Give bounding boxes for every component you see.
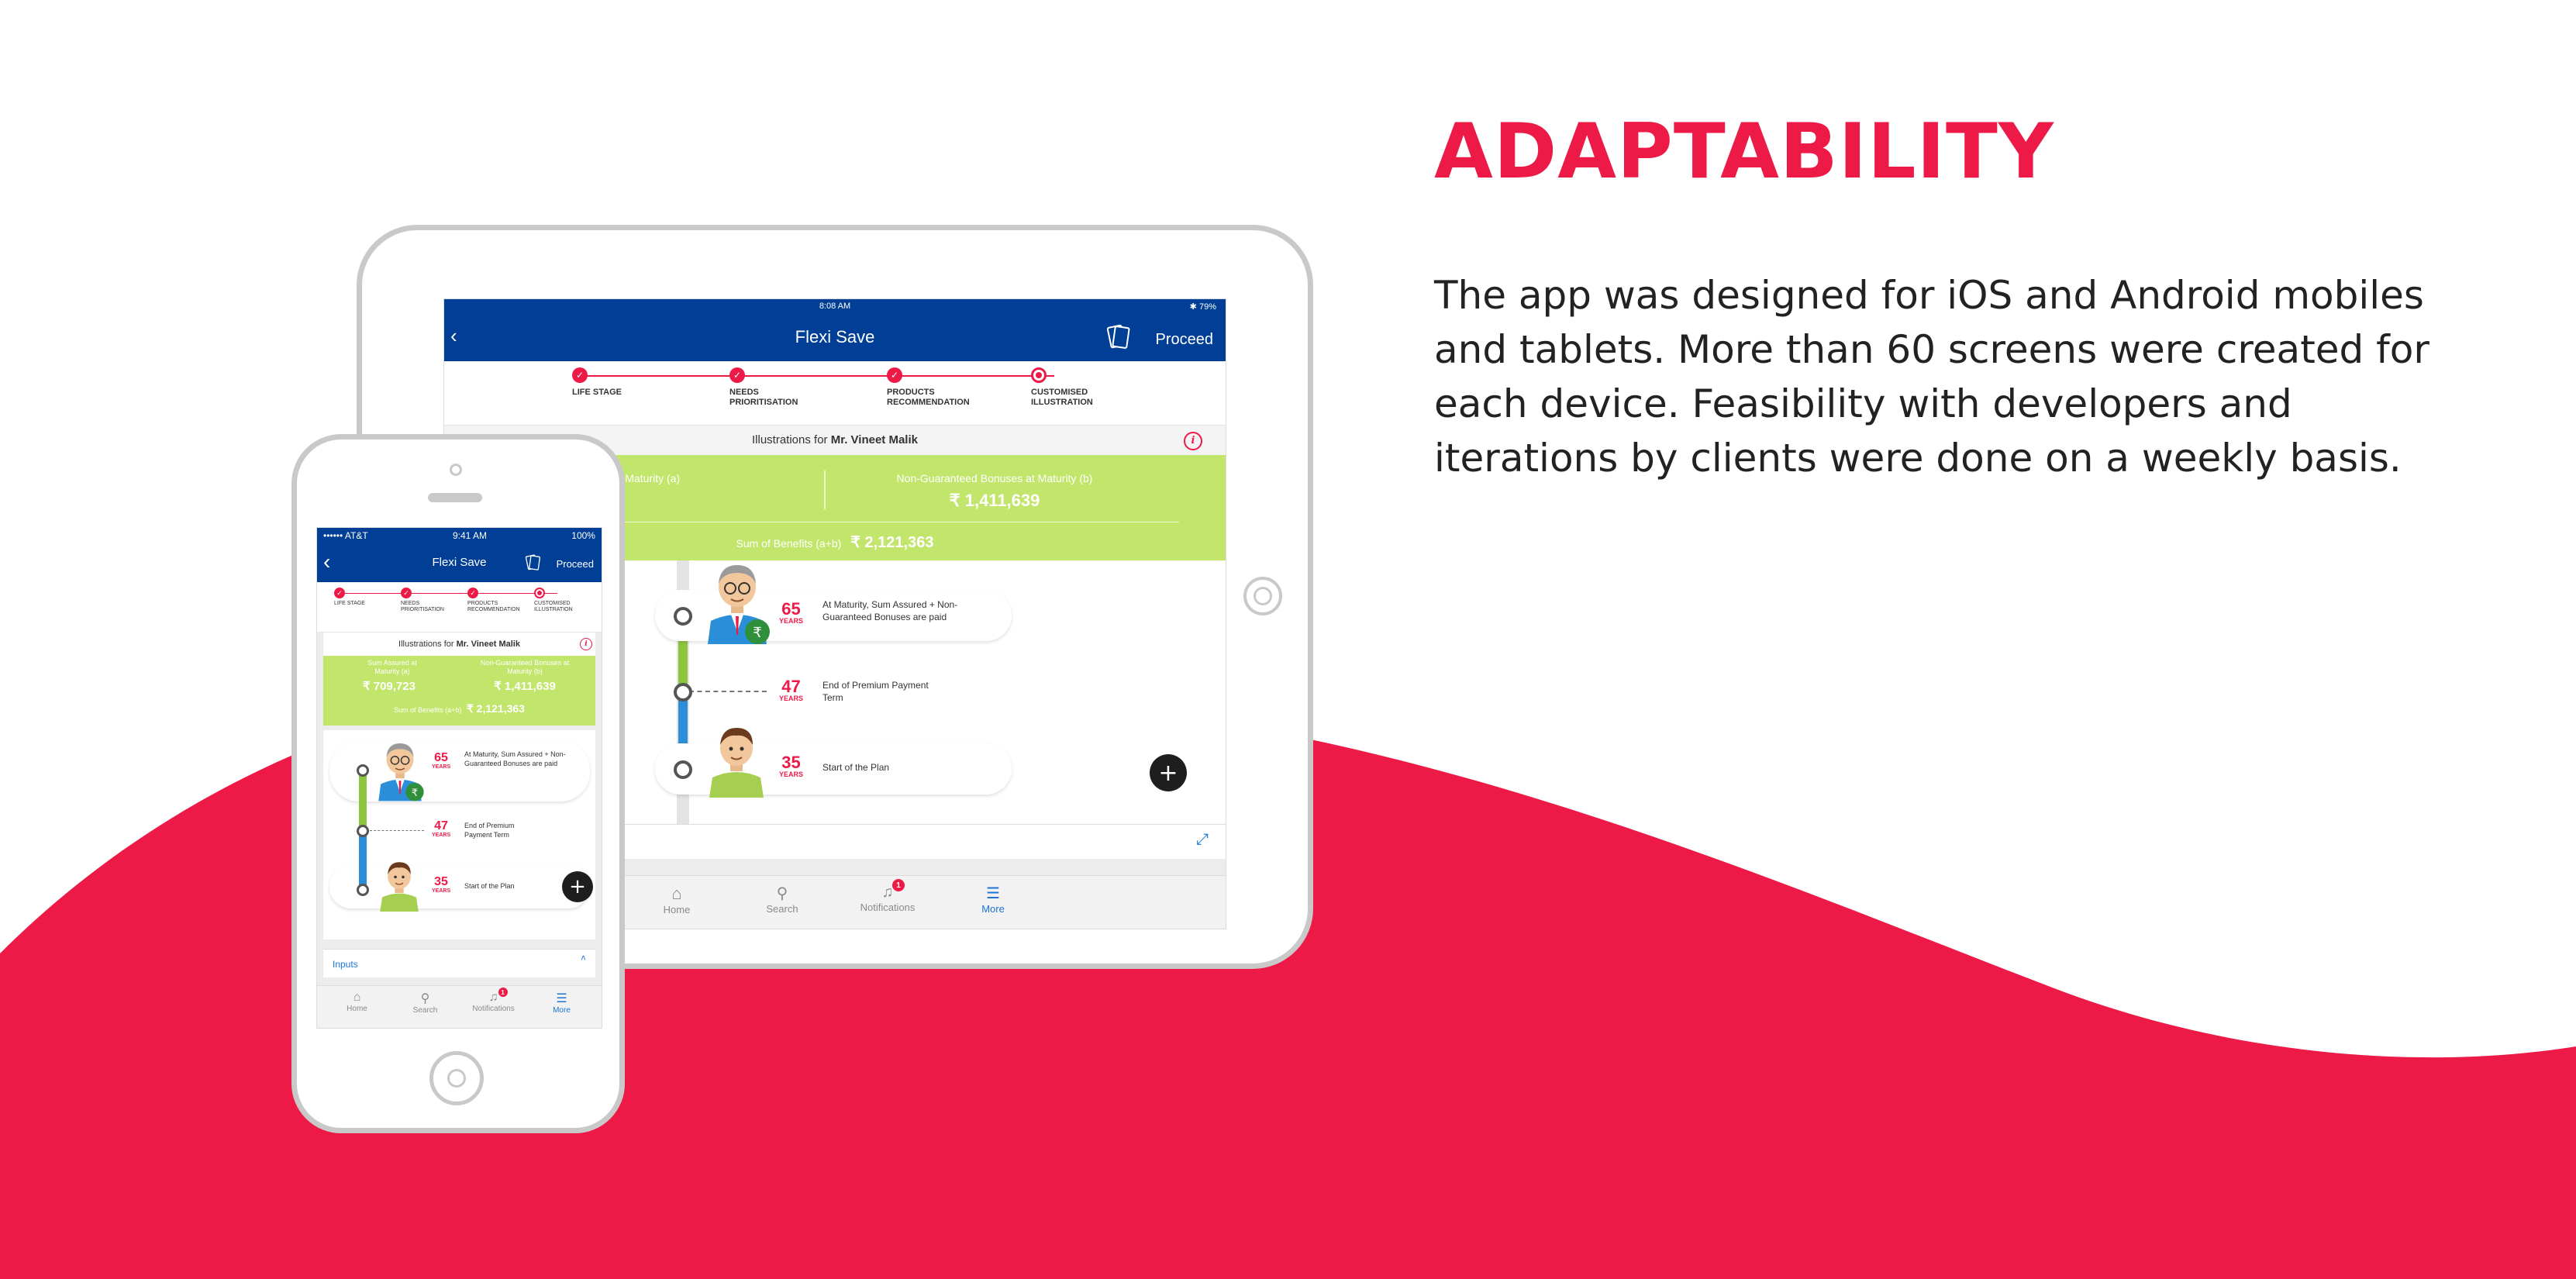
menu-icon: ☰ bbox=[986, 885, 1000, 902]
tablet-status-time: 8:08 AM bbox=[819, 302, 851, 311]
info-icon[interactable]: i bbox=[580, 638, 592, 650]
add-button[interactable]: + bbox=[562, 871, 593, 902]
timeline-dashed-connector bbox=[370, 830, 424, 832]
tablet-progress-stepper: ✓ LIFE STAGE ✓ NEEDS PRIORITISATION ✓ PR… bbox=[444, 361, 1226, 426]
tablet-status-battery: 79% bbox=[1198, 302, 1216, 312]
age-47: 47 YEARS bbox=[779, 677, 804, 702]
check-icon: ✓ bbox=[401, 588, 412, 598]
phone-tab-bar: ⌂ Home ⚲ Search ♫ 1 Notifications ☰ More bbox=[317, 985, 602, 1028]
tablet-app-bar: ‹ Flexi Save Proceed bbox=[444, 313, 1226, 361]
info-icon[interactable]: i bbox=[1184, 432, 1202, 450]
tab-more[interactable]: ☰ More bbox=[528, 986, 596, 1028]
add-button[interactable]: + bbox=[1150, 754, 1187, 791]
phone-status-battery: 100% bbox=[571, 530, 595, 541]
check-icon: ✓ bbox=[334, 588, 345, 598]
check-icon: ✓ bbox=[729, 367, 745, 383]
tablet-status-bar: 8:08 AM ✱ 79% bbox=[444, 299, 1226, 313]
timeline-node bbox=[357, 825, 369, 837]
tab-home[interactable]: ⌂ Home bbox=[323, 986, 391, 1028]
phone-timeline: ₹ 65 YEARS At Maturity, Sum Assured + No… bbox=[323, 730, 595, 939]
tab-search[interactable]: ⚲ Search bbox=[729, 876, 835, 929]
tablet-home-button[interactable] bbox=[1243, 577, 1282, 615]
inputs-panel[interactable]: Inputs ˄ bbox=[323, 949, 595, 977]
tab-search[interactable]: ⚲ Search bbox=[391, 986, 460, 1028]
expand-icon[interactable]: ⤢ bbox=[1196, 831, 1209, 849]
notification-badge: 1 bbox=[892, 879, 905, 891]
phone-status-time: 9:41 AM bbox=[452, 530, 487, 541]
step-life-stage[interactable]: ✓ LIFE STAGE bbox=[572, 367, 634, 398]
young-avatar-icon bbox=[709, 728, 764, 798]
step-needs-prioritisation[interactable]: ✓ NEEDS PRIORITISATION bbox=[729, 367, 815, 407]
tab-notifications[interactable]: ♫ 1 Notifications bbox=[460, 986, 528, 1028]
step-customised-illustration[interactable]: CUSTOMISED ILLUSTRATION bbox=[1031, 367, 1116, 407]
home-icon: ⌂ bbox=[353, 991, 361, 1004]
age-35: 35 YEARS bbox=[779, 753, 804, 778]
step-products-recommendation[interactable]: ✓ PRODUCTS RECOMMENDATION bbox=[467, 588, 529, 613]
check-icon: ✓ bbox=[572, 367, 588, 383]
phone-content: Illustrations for Mr. Vineet Malik i Sum… bbox=[317, 633, 602, 1020]
timeline-node bbox=[674, 683, 692, 702]
menu-icon: ☰ bbox=[556, 992, 567, 1005]
current-step-dot bbox=[534, 588, 545, 598]
check-icon: ✓ bbox=[467, 588, 478, 598]
timeline-green-segment bbox=[359, 767, 367, 829]
timeline-node bbox=[357, 764, 369, 777]
step-products-recommendation[interactable]: ✓ PRODUCTS RECOMMENDATION bbox=[887, 367, 988, 407]
senior-avatar-icon: ₹ bbox=[378, 743, 424, 802]
young-avatar-icon bbox=[380, 862, 419, 912]
age-47: 47 YEARS bbox=[432, 819, 451, 839]
timeline-dashed-connector bbox=[689, 691, 767, 694]
timeline-blue-segment bbox=[359, 829, 367, 891]
description-paragraph: The app was designed for iOS and Android… bbox=[1434, 273, 2429, 481]
proceed-button[interactable]: Proceed bbox=[1156, 331, 1214, 349]
phone-app-bar: ‹ Flexi Save Proceed bbox=[317, 543, 602, 582]
page-title: ADAPTABILITY bbox=[1434, 108, 2054, 196]
bell-icon: ♫ bbox=[881, 884, 894, 901]
proceed-button[interactable]: Proceed bbox=[557, 558, 594, 570]
age-35: 35 YEARS bbox=[432, 875, 451, 895]
timeline-node bbox=[357, 884, 369, 896]
phone-app: •••••• AT&T 9:41 AM 100% ‹ Flexi Save Pr… bbox=[317, 528, 602, 1028]
svg-text:₹: ₹ bbox=[753, 625, 761, 641]
age-65: 65 YEARS bbox=[432, 751, 451, 771]
tab-more[interactable]: ☰ More bbox=[940, 876, 1046, 929]
bell-icon: ♫ bbox=[488, 991, 498, 1004]
svg-text:₹: ₹ bbox=[412, 788, 418, 799]
phone-progress-stepper: ✓ LIFE STAGE ✓ NEEDS PRIORITISATION ✓ PR… bbox=[317, 582, 602, 633]
senior-avatar-icon: ₹ bbox=[708, 565, 770, 644]
tab-home[interactable]: ⌂ Home bbox=[624, 876, 729, 929]
phone-screen: •••••• AT&T 9:41 AM 100% ‹ Flexi Save Pr… bbox=[316, 527, 602, 1029]
step-customised-illustration[interactable]: CUSTOMISED ILLUSTRATION bbox=[534, 588, 588, 613]
timeline-node bbox=[674, 607, 692, 626]
phone-home-button[interactable] bbox=[429, 1051, 484, 1105]
phone-status-bar: •••••• AT&T 9:41 AM 100% bbox=[317, 528, 602, 543]
search-icon: ⚲ bbox=[776, 885, 788, 902]
timeline-node bbox=[674, 760, 692, 779]
home-icon: ⌂ bbox=[671, 884, 682, 903]
cards-icon bbox=[1103, 324, 1133, 355]
bluetooth-icon: ✱ bbox=[1189, 302, 1197, 312]
notification-badge: 1 bbox=[498, 988, 508, 997]
illustration-header: Illustrations for Mr. Vineet Malik i bbox=[323, 633, 595, 656]
step-life-stage[interactable]: ✓ LIFE STAGE bbox=[334, 588, 373, 607]
inputs-label: Inputs bbox=[333, 959, 358, 970]
age-65: 65 YEARS bbox=[779, 599, 804, 625]
phone-carrier: •••••• AT&T bbox=[323, 530, 368, 541]
search-icon: ⚲ bbox=[420, 992, 430, 1005]
collapse-icon[interactable]: ˄ bbox=[581, 953, 586, 964]
check-icon: ✓ bbox=[887, 367, 902, 383]
cards-icon bbox=[522, 554, 543, 574]
current-step-dot bbox=[1031, 367, 1047, 383]
phone-camera bbox=[450, 464, 462, 476]
phone-speaker bbox=[428, 493, 482, 502]
tab-notifications[interactable]: ♫ 1 Notifications bbox=[835, 876, 940, 929]
benefits-summary: Sum Assured at Maturity (a) ₹ 709,723 No… bbox=[323, 656, 595, 726]
step-needs-prioritisation[interactable]: ✓ NEEDS PRIORITISATION bbox=[401, 588, 455, 613]
